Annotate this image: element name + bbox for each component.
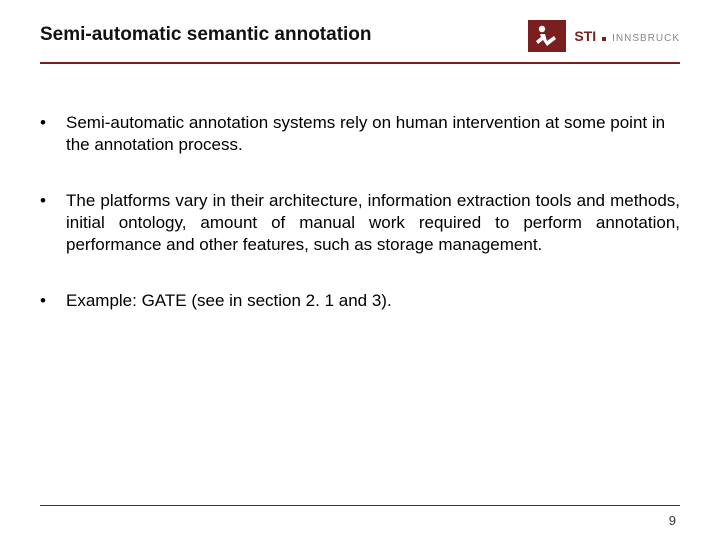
bullet-text: Example: GATE (see in section 2. 1 and 3… [66, 290, 680, 312]
logo-location-text: INNSBRUCK [612, 33, 680, 44]
page-number: 9 [669, 513, 676, 528]
bullet-text: The platforms vary in their architecture… [66, 190, 680, 256]
header-divider [40, 62, 680, 64]
bullet-icon: • [40, 112, 66, 134]
bullet-icon: • [40, 290, 66, 312]
list-item: • Example: GATE (see in section 2. 1 and… [40, 290, 680, 312]
slide: Semi-automatic semantic annotation STI I… [0, 0, 720, 540]
logo-sti-text: STI [574, 28, 596, 44]
bullet-icon: • [40, 190, 66, 212]
bullet-text: Semi-automatic annotation systems rely o… [66, 112, 680, 156]
logo-icon [528, 20, 566, 52]
logo-dot-icon [602, 37, 606, 41]
logo: STI INNSBRUCK [528, 20, 680, 52]
logo-text: STI INNSBRUCK [574, 28, 680, 44]
list-item: • The platforms vary in their architectu… [40, 190, 680, 256]
footer-divider [40, 505, 680, 506]
list-item: • Semi-automatic annotation systems rely… [40, 112, 680, 156]
body: • Semi-automatic annotation systems rely… [40, 112, 680, 346]
